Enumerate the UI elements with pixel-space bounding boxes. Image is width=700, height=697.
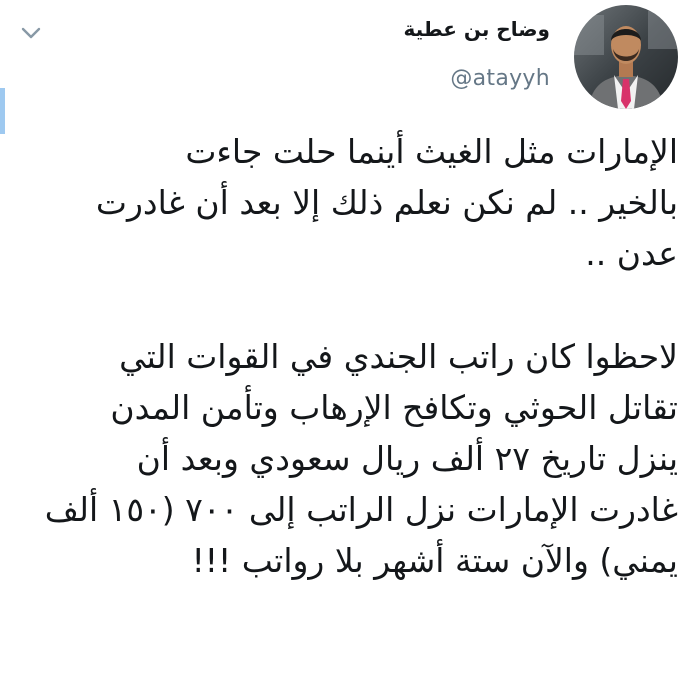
text-line: غادرت الإمارات نزل الراتب إلى ٧٠٠ (١٥٠ أ…	[44, 490, 678, 529]
scroll-indicator	[0, 88, 5, 134]
text-line: بالخير .. لم نكن نعلم ذلك إلا بعد أن غاد…	[95, 183, 678, 222]
tweet-card: وضاح بن عطية @atayyh الإمارات مثل الغيث …	[0, 0, 700, 697]
tweet-text: الإمارات مثل الغيث أينما حلت جاءت بالخير…	[20, 126, 678, 586]
text-line: الإمارات مثل الغيث أينما حلت جاءت	[185, 132, 678, 171]
text-line: لاحظوا كان راتب الجندي في القوات التي	[119, 337, 678, 376]
chevron-down-icon[interactable]	[20, 22, 42, 44]
tweet-paragraph: لاحظوا كان راتب الجندي في القوات التي تق…	[20, 331, 678, 586]
display-name[interactable]: وضاح بن عطية	[403, 17, 550, 41]
text-line: تقاتل الحوثي وتكافح الإرهاب وتأمن المدن	[110, 388, 678, 427]
text-line: يمني) والآن ستة أشهر بلا رواتب !!!	[191, 541, 678, 580]
tweet-paragraph: الإمارات مثل الغيث أينما حلت جاءت بالخير…	[20, 126, 678, 279]
user-handle[interactable]: @atayyh	[450, 66, 550, 91]
avatar[interactable]	[574, 5, 678, 109]
text-line: عدن ..	[585, 234, 678, 273]
text-line: ينزل تاريخ ٢٧ ألف ريال سعودي وبعد أن	[136, 439, 678, 478]
